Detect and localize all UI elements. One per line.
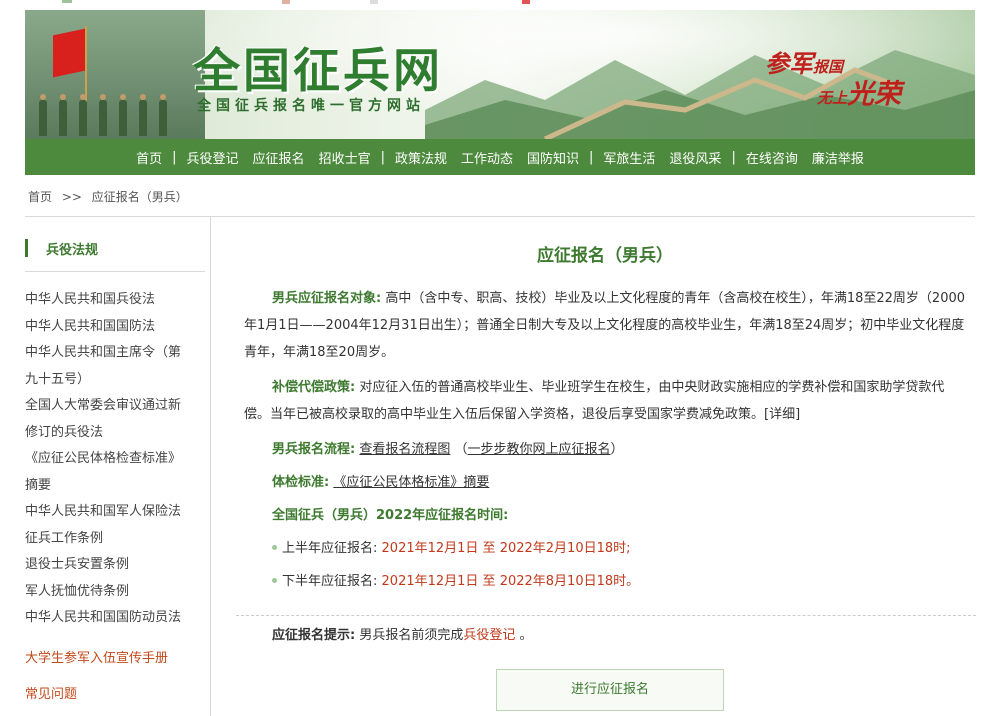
sidebar-faq-link[interactable]: 常见问题 <box>25 683 77 702</box>
tip-text: 男兵报名前须完成 <box>359 628 464 643</box>
sidebar-item[interactable]: 中华人民共和国兵役法 <box>25 287 205 314</box>
nav-home[interactable]: 首页 <box>136 148 162 167</box>
sidebar-item[interactable]: 军人抚恤优待条例 <box>25 579 205 606</box>
target-paragraph: 男兵应征报名对象: 高中（含中专、职高、技校）毕业及以上文化程度的青年（含高校在… <box>244 285 968 366</box>
nav-nco-recruitment[interactable]: 招收士官 <box>319 148 371 167</box>
soldiers-graphic <box>25 88 205 138</box>
apply-button[interactable]: 进行应征报名 <box>496 669 724 711</box>
policy-label: 补偿代偿政策: <box>272 380 356 395</box>
sidebar-student-handbook-link[interactable]: 大学生参军入伍宣传手册 <box>25 647 168 666</box>
nav-separator: | <box>589 149 594 165</box>
sidebar-item[interactable]: 中华人民共和国军人保险法 <box>25 499 205 526</box>
sidebar-item[interactable]: 中华人民共和国国防动员法 <box>25 605 205 632</box>
sidebar-title: 兵役法规 <box>25 239 98 258</box>
flow-paren: ） <box>610 442 624 457</box>
breadcrumb-current: 应征报名（男兵） <box>91 190 188 204</box>
sidebar-item[interactable]: 修订的兵役法 <box>25 420 205 447</box>
exam-paragraph: 体检标准: 《应征公民体格标准》摘要 <box>244 469 968 496</box>
top-strip <box>0 0 988 10</box>
main-nav: 首页 | 兵役登记 应征报名 招收士官 | 政策法规 工作动态 国防知识 | 军… <box>25 139 975 175</box>
bullet-icon <box>272 545 277 550</box>
nav-military-life[interactable]: 军旅生活 <box>603 148 655 167</box>
slogan-word: 参军 <box>765 49 813 78</box>
site-title: 全国征兵网 <box>193 44 443 99</box>
header-banner: 全国征兵网 全国征兵报名唯一官方网站 参军报国 无上光荣 <box>25 10 975 139</box>
exam-standard-link[interactable]: 《应征公民体格标准》摘要 <box>333 475 489 490</box>
second-half-row: 下半年应征报名: 2021年12月1日 至 2022年8月10日18时。 <box>244 568 968 595</box>
flow-label: 男兵报名流程: <box>272 442 356 457</box>
sidebar-item[interactable]: 征兵工作条例 <box>25 526 205 553</box>
sidebar-list: 中华人民共和国兵役法 中华人民共和国国防法 中华人民共和国主席令（第 九十五号）… <box>25 287 205 632</box>
second-half-value: 2021年12月1日 至 2022年8月10日18时。 <box>381 574 640 589</box>
sidebar-item[interactable]: 全国人大常委会审议通过新 <box>25 393 205 420</box>
sidebar-item[interactable]: 九十五号） <box>25 367 205 394</box>
policy-paragraph: 补偿代偿政策: 对应征入伍的普通高校毕业生、毕业班学生在校生，由中央财政实施相应… <box>244 374 968 428</box>
time-paragraph: 全国征兵（男兵）2022年应征报名时间: <box>244 502 968 529</box>
nav-military-registration[interactable]: 兵役登记 <box>187 148 239 167</box>
soldier-figure <box>119 94 127 136</box>
exam-label: 体检标准: <box>272 475 330 490</box>
sidebar-item[interactable]: 摘要 <box>25 473 205 500</box>
top-strip-mark <box>370 0 378 4</box>
bullet-icon <box>272 578 277 583</box>
site-subtitle: 全国征兵报名唯一官方网站 <box>197 98 425 114</box>
divider <box>25 271 205 272</box>
flow-paren: （ <box>454 442 468 457</box>
policy-detail-link[interactable]: [详细] <box>764 407 800 422</box>
tip-label: 应征报名提示: <box>272 628 356 643</box>
top-strip-mark <box>522 0 530 4</box>
slogan-line-2: 无上光荣 <box>817 72 901 111</box>
nav-consult[interactable]: 在线咨询 <box>746 148 798 167</box>
nav-defense-knowledge[interactable]: 国防知识 <box>527 148 579 167</box>
nav-separator: | <box>172 149 177 165</box>
sidebar-item[interactable]: 《应征公民体格检查标准》 <box>25 446 205 473</box>
sidebar-item[interactable]: 中华人民共和国国防法 <box>25 314 205 341</box>
breadcrumb-home[interactable]: 首页 <box>28 190 52 204</box>
soldier-figure <box>79 94 87 136</box>
sidebar: 兵役法规 中华人民共和国兵役法 中华人民共和国国防法 中华人民共和国主席令（第 … <box>25 217 211 716</box>
nav-policy[interactable]: 政策法规 <box>395 148 447 167</box>
nav-veterans[interactable]: 退役风采 <box>669 148 721 167</box>
soldier-figure <box>39 94 47 136</box>
top-strip-mark <box>62 0 72 3</box>
soldier-figure <box>159 94 167 136</box>
slogan-word: 光荣 <box>847 79 902 110</box>
time-label: 全国征兵（男兵）2022年应征报名时间: <box>272 508 509 523</box>
tip-paragraph: 应征报名提示: 男兵报名前须完成兵役登记 。 <box>244 622 968 649</box>
military-registration-link[interactable]: 兵役登记 <box>463 628 515 643</box>
soldier-figure <box>59 94 67 136</box>
soldier-figure <box>139 94 147 136</box>
nav-enlistment[interactable]: 应征报名 <box>253 148 305 167</box>
soldier-figure <box>99 94 107 136</box>
first-half-row: 上半年应征报名: 2021年12月1日 至 2022年2月10日18时; <box>244 535 968 562</box>
slogan-word: 无上 <box>817 89 848 107</box>
nav-separator: | <box>380 149 385 165</box>
first-half-value: 2021年12月1日 至 2022年2月10日18时; <box>381 541 631 556</box>
top-strip-mark <box>282 0 290 4</box>
first-half-label: 上半年应征报名: <box>282 541 378 556</box>
breadcrumb: 首页 >> 应征报名（男兵） <box>28 188 194 205</box>
flow-paragraph: 男兵报名流程: 查看报名流程图 （一步步教你网上应征报名） <box>244 436 968 463</box>
target-label: 男兵应征报名对象: <box>272 291 382 306</box>
main-content: 应征报名（男兵） 男兵应征报名对象: 高中（含中专、职高、技校）毕业及以上文化程… <box>236 217 976 716</box>
sidebar-item[interactable]: 退役士兵安置条例 <box>25 552 205 579</box>
breadcrumb-separator: >> <box>61 190 82 204</box>
second-half-label: 下半年应征报名: <box>282 574 378 589</box>
page-title: 应征报名（男兵） <box>537 246 673 266</box>
nav-news[interactable]: 工作动态 <box>461 148 513 167</box>
nav-separator: | <box>731 149 736 165</box>
divider <box>236 615 976 616</box>
flow-chart-link[interactable]: 查看报名流程图 <box>359 442 450 457</box>
tip-end: 。 <box>519 628 533 643</box>
flag-icon <box>53 28 85 78</box>
honor-guard-photo <box>25 10 205 139</box>
nav-report[interactable]: 廉洁举报 <box>812 148 864 167</box>
sidebar-item[interactable]: 中华人民共和国主席令（第 <box>25 340 205 367</box>
tutorial-link[interactable]: 一步步教你网上应征报名 <box>468 442 611 457</box>
